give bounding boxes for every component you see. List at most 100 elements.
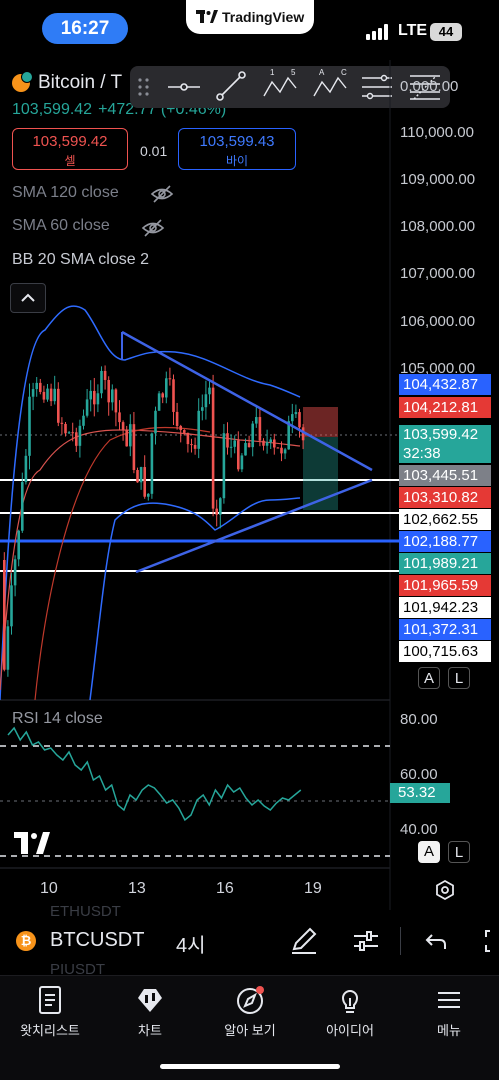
candle-body [183,430,186,433]
log-scale-button[interactable]: L [448,667,470,689]
abc-pattern-tool-icon[interactable]: A C [313,68,347,97]
tab-ideas[interactable]: 아이디어 [300,984,400,1039]
candle-body [93,390,96,405]
sell-label: 셀 [64,154,76,168]
price-tag: 101,942.23 [399,597,491,618]
tab-menu[interactable]: 메뉴 [399,984,499,1039]
candle-body [139,467,143,483]
status-time: 16:27 [42,13,128,44]
price-tag: 101,989.21 [399,553,491,574]
x-axis-label: 13 [128,880,146,897]
candle-body [49,388,53,402]
battery-icon: 44 [430,23,462,41]
candle-body [3,560,6,670]
tradingview-pill[interactable]: TradingView [186,0,314,34]
cellular-signal-icon [366,24,392,40]
candle-body [219,498,222,515]
price-tag: 104,432.87 [399,374,491,395]
candle-body [229,446,233,448]
symbol-selector[interactable]: BTCUSDT [50,929,144,952]
candle-body [85,399,89,416]
price-tag: 103,445.51 [399,465,491,486]
rsi-log-scale-button[interactable]: L [448,841,470,863]
settings-hexagon-icon[interactable] [434,879,456,901]
buy-label: 바이 [225,154,249,168]
candle-body [154,410,157,434]
indicator-sma60[interactable]: SMA 60 close [12,217,110,235]
candle-body [129,424,132,447]
sell-price: 103,599.42 [32,133,108,150]
candle-body [301,427,305,441]
collapse-legend-button[interactable] [10,283,46,313]
candle-body [10,585,13,627]
candle-body [273,439,276,448]
undo-icon[interactable] [420,925,452,957]
tab-chart[interactable]: 차트 [100,984,200,1039]
tab-label: 차트 [138,1023,162,1038]
moving-average-line [0,429,301,691]
candle-body [67,432,71,434]
horizontal-line-tool-icon[interactable] [168,83,200,91]
indicators-settings-icon[interactable] [350,925,382,957]
candle-body [186,432,190,445]
interval-selector[interactable]: 4시 [176,929,206,958]
candle-body [237,440,240,470]
candle-body [24,455,28,483]
hidden-eye-icon[interactable] [141,218,165,238]
candle-body [6,626,10,670]
tradingview-logo-icon [196,10,218,23]
candle-body [211,387,215,509]
candle-body [60,422,64,424]
rsi-scale-label: 60.00 [400,766,438,783]
candle-body [165,378,168,398]
current-price-value: 103,599.42 [403,426,479,443]
auto-scale-button[interactable]: A [418,667,440,689]
bitcoin-coin-icon: ₿ [16,931,36,951]
buy-button[interactable]: 103,599.43 바이 [178,128,296,170]
candle-body [82,415,85,426]
fullscreen-icon[interactable] [480,925,499,957]
indicator-bb[interactable]: BB 20 SMA close 2 [12,251,149,269]
indicator-rsi[interactable]: RSI 14 close [12,710,103,728]
candle-body [161,393,164,398]
candle-body [240,455,244,470]
price-tag: 104,212.81 [399,397,491,418]
candle-body [89,390,92,400]
price-tag: 102,188.77 [399,531,491,552]
tab-label: 왓치리스트 [20,1023,80,1038]
chevron-up-icon [21,293,35,302]
drawing-pen-icon[interactable] [288,925,320,957]
rsi-auto-scale-button[interactable]: A [418,841,440,863]
rsi-scale-label: 40.00 [400,821,438,838]
indicator-sma120[interactable]: SMA 120 close [12,184,119,202]
x-axis-label: 19 [304,880,322,897]
candle-body [258,417,262,441]
symbol-title-row[interactable]: Bitcoin / T [12,70,122,96]
candle-body [132,424,136,471]
explore-icon [237,986,264,1014]
menu-icon [438,992,460,1008]
watchlist-icon [39,986,61,1014]
hidden-eye-icon[interactable] [150,184,174,204]
candle-body [251,423,254,448]
candle-body [13,559,17,586]
tradingview-watermark-icon [14,832,50,854]
candle-body [197,410,200,449]
symbol-bar: ETHUSDT ₿ BTCUSDT 4시 PIUSDT [0,903,499,978]
tab-explore[interactable]: 알아 보기 [200,984,300,1039]
triangle-lower-trendline [135,478,373,574]
tradingview-pill-label: TradingView [222,9,305,25]
trend-line-tool-icon[interactable] [216,71,246,101]
candle-body [244,442,247,456]
price-scale-label: 0,000.00 [400,78,459,95]
candle-body [42,391,46,400]
candle-body [233,440,236,447]
tab-label: 아이디어 [326,1023,374,1038]
elliott-wave-tool-icon[interactable]: 1 5 [263,68,297,97]
parallel-channel-tool-icon[interactable] [362,74,392,100]
tab-watchlist[interactable]: 왓치리스트 [0,984,100,1039]
sell-button[interactable]: 103,599.42 셀 [12,128,128,170]
candle-body [111,389,114,403]
drag-handle-icon[interactable] [138,78,149,96]
price-scale-label: 108,000.00 [400,218,476,235]
